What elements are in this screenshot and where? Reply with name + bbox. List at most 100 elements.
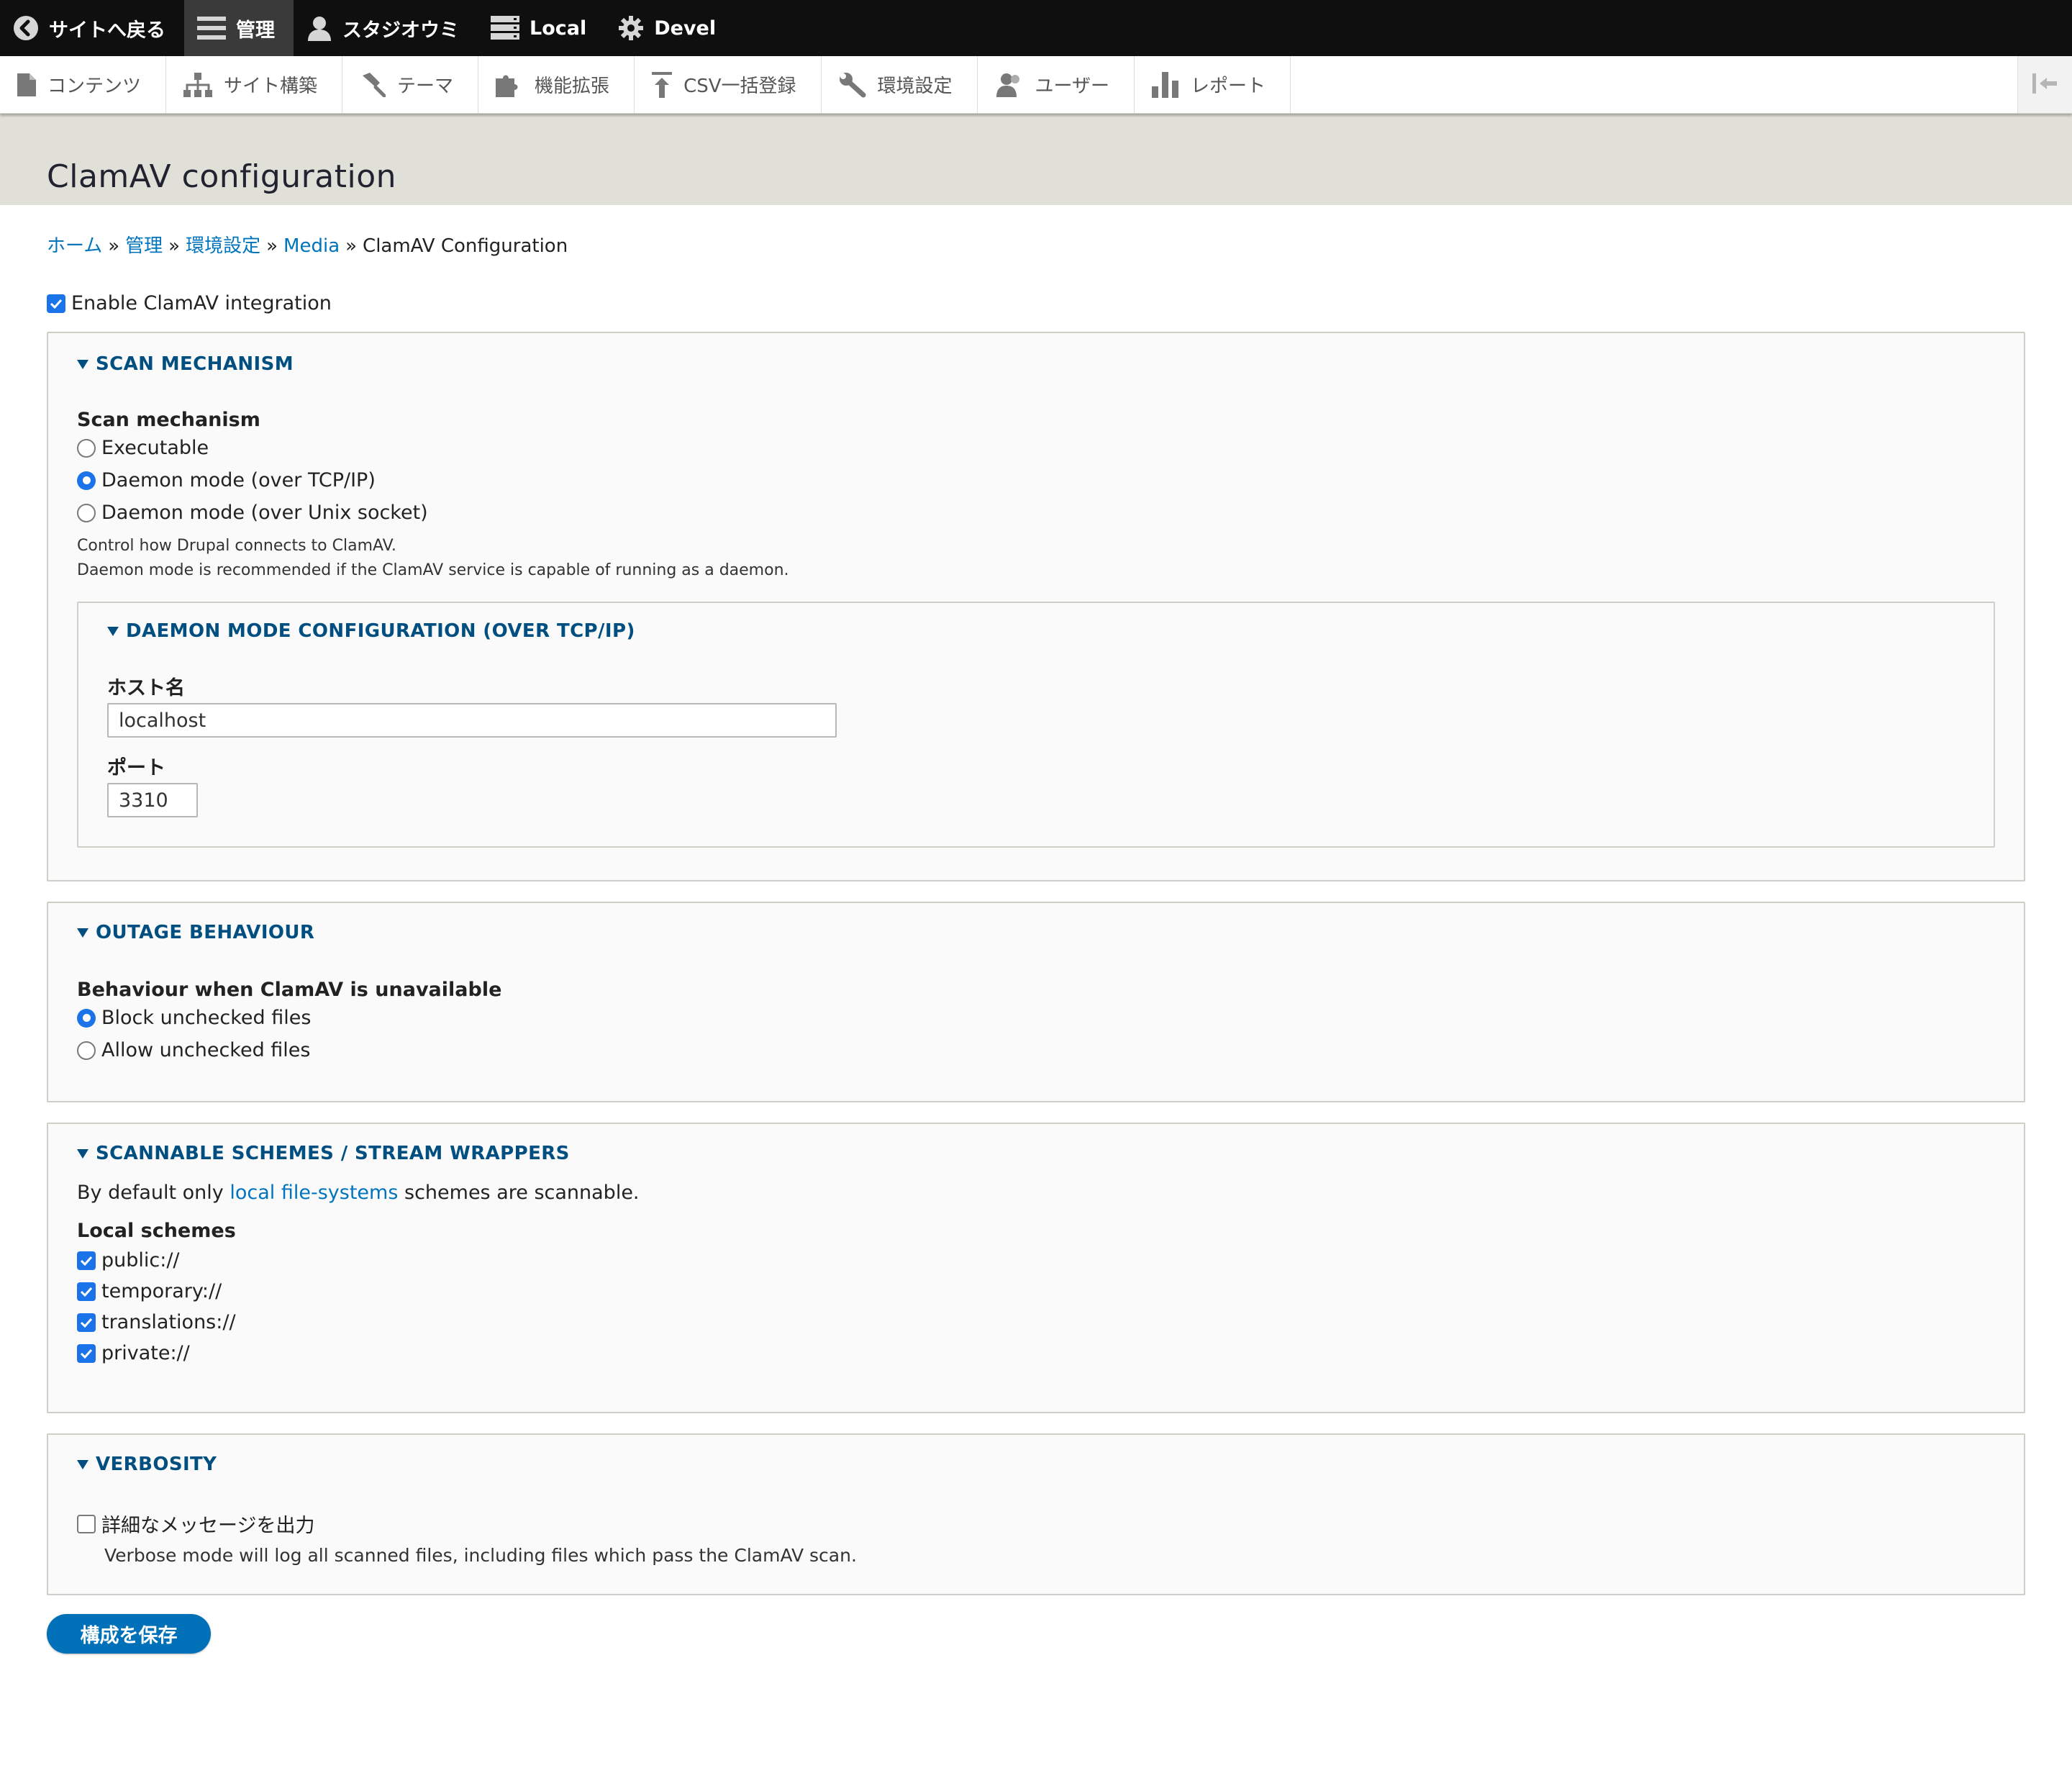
breadcrumb-config[interactable]: 環境設定	[186, 235, 260, 257]
tray-item-people[interactable]: ユーザー	[978, 56, 1135, 113]
schemes-intro: By default only local file-systems schem…	[77, 1182, 1995, 1204]
radio-daemon-unix[interactable]	[77, 503, 96, 522]
back-to-site-label: サイトへ戻る	[49, 19, 165, 42]
paintbrush-icon	[360, 72, 386, 97]
document-icon	[17, 73, 36, 96]
tray-item-structure[interactable]: サイト構築	[166, 56, 343, 113]
enable-clamav-label: Enable ClamAV integration	[71, 292, 332, 314]
user-icon	[306, 15, 332, 41]
main-content: ホーム» 管理» 環境設定» Media» ClamAV Configuration E…	[0, 231, 2072, 1654]
scan-mechanism-fieldset: SCAN MECHANISM Scan mechanism Executable…	[47, 332, 2025, 881]
hamburger-icon	[197, 15, 226, 41]
tray-item-reports[interactable]: レポート	[1135, 56, 1291, 113]
host-input-value: localhost	[119, 709, 206, 732]
outage-behaviour-legend-label: OUTAGE BEHAVIOUR	[96, 922, 315, 943]
daemon-config-fieldset: DAEMON MODE CONFIGURATION (OVER TCP/IP) …	[77, 602, 1995, 848]
radio-option-daemon-tcp: Daemon mode (over TCP/IP)	[77, 469, 1995, 491]
wrench-icon	[839, 72, 866, 98]
port-input[interactable]: 3310	[107, 783, 198, 817]
breadcrumb: ホーム» 管理» 環境設定» Media» ClamAV Configuration	[47, 231, 2025, 258]
collapse-triangle-icon	[77, 359, 88, 369]
upload-icon	[652, 71, 673, 98]
radio-block-unchecked[interactable]	[77, 1008, 96, 1028]
scheme-label: private://	[101, 1342, 190, 1364]
tray-item-extend[interactable]: 機能拡張	[478, 56, 635, 113]
devel-label: Devel	[654, 17, 717, 40]
tray-item-configuration[interactable]: 環境設定	[822, 56, 978, 113]
scannable-schemes-legend-label: SCANNABLE SCHEMES / STREAM WRAPPERS	[96, 1143, 570, 1164]
scheme-checkbox-temporary[interactable]	[77, 1282, 96, 1301]
sitemap-icon	[183, 72, 213, 97]
breadcrumb-separator: »	[168, 235, 181, 257]
breadcrumb-media[interactable]: Media	[283, 235, 340, 257]
collapse-arrow-icon	[2032, 73, 2058, 96]
tray-item-label: レポート	[1191, 76, 1266, 97]
manage-tab[interactable]: 管理	[184, 0, 294, 56]
scheme-label: public://	[101, 1249, 180, 1271]
tray-item-label: サイト構築	[224, 76, 318, 97]
radio-option-allow: Allow unchecked files	[77, 1039, 1995, 1061]
verbose-label: 詳細なメッセージを出力	[101, 1515, 315, 1537]
radio-option-block: Block unchecked files	[77, 1007, 1995, 1029]
user-tab[interactable]: スタジオウミ	[294, 0, 478, 56]
devel-tab[interactable]: Devel	[605, 0, 735, 56]
schemes-intro-text: By default only	[77, 1182, 230, 1204]
collapse-triangle-icon	[77, 1459, 88, 1469]
breadcrumb-admin[interactable]: 管理	[125, 235, 163, 257]
local-schemes-label: Local schemes	[77, 1220, 236, 1242]
outage-behaviour-fieldset: OUTAGE BEHAVIOUR Behaviour when ClamAV i…	[47, 902, 2025, 1102]
enable-clamav-checkbox[interactable]	[47, 294, 65, 313]
tray-item-appearance[interactable]: テーマ	[342, 56, 479, 113]
description-line: Daemon mode is recommended if the ClamAV…	[77, 561, 789, 579]
daemon-config-legend[interactable]: DAEMON MODE CONFIGURATION (OVER TCP/IP)	[107, 620, 1965, 642]
tray-item-label: テーマ	[397, 76, 454, 97]
verbosity-legend-label: VERBOSITY	[96, 1454, 217, 1475]
back-arrow-icon	[13, 15, 39, 41]
breadcrumb-separator: »	[108, 235, 120, 257]
scheme-row-private: private://	[77, 1342, 1995, 1364]
radio-label: Block unchecked files	[101, 1007, 312, 1029]
tray-orientation-toggle[interactable]	[2017, 56, 2072, 113]
description-line: Control how Drupal connects to ClamAV.	[77, 537, 396, 555]
breadcrumb-current: ClamAV Configuration	[363, 235, 568, 257]
save-configuration-button[interactable]: 構成を保存	[47, 1614, 211, 1654]
scheme-row-temporary: temporary://	[77, 1280, 1995, 1302]
verbosity-legend[interactable]: VERBOSITY	[77, 1454, 1995, 1475]
scheme-checkbox-translations[interactable]	[77, 1313, 96, 1332]
local-tab[interactable]: Local	[478, 0, 605, 56]
verbose-row: 詳細なメッセージを出力	[77, 1510, 1995, 1538]
back-to-site-link[interactable]: サイトへ戻る	[0, 0, 184, 56]
tray-item-csv-import[interactable]: CSV一括登録	[635, 56, 822, 113]
host-input[interactable]: localhost	[107, 703, 837, 738]
scheme-checkbox-public[interactable]	[77, 1251, 96, 1270]
enable-clamav-row: Enable ClamAV integration	[47, 292, 2025, 314]
tray-item-label: ユーザー	[1035, 76, 1110, 97]
collapse-triangle-icon	[77, 1148, 88, 1159]
local-file-systems-link[interactable]: local file-systems	[230, 1182, 398, 1204]
tray-spacer	[1291, 56, 2017, 113]
radio-allow-unchecked[interactable]	[77, 1041, 96, 1060]
gear-icon	[618, 15, 644, 41]
tray-item-content[interactable]: コンテンツ	[0, 56, 167, 113]
tray-item-label: コンテンツ	[47, 76, 142, 97]
scannable-schemes-legend[interactable]: SCANNABLE SCHEMES / STREAM WRAPPERS	[77, 1143, 1995, 1164]
collapse-triangle-icon	[77, 928, 88, 938]
scheme-row-translations: translations://	[77, 1311, 1995, 1333]
scannable-schemes-fieldset: SCANNABLE SCHEMES / STREAM WRAPPERS By d…	[47, 1123, 2025, 1413]
schemes-intro-text: schemes are scannable.	[398, 1182, 640, 1204]
user-label: スタジオウミ	[342, 19, 459, 42]
scan-mechanism-legend[interactable]: SCAN MECHANISM	[77, 353, 1995, 375]
radio-daemon-tcp[interactable]	[77, 471, 96, 490]
puzzle-icon	[496, 73, 523, 97]
local-label: Local	[530, 17, 587, 40]
outage-behaviour-legend[interactable]: OUTAGE BEHAVIOUR	[77, 922, 1995, 943]
verbose-checkbox[interactable]	[77, 1514, 96, 1533]
radio-executable[interactable]	[77, 438, 96, 458]
breadcrumb-separator: »	[266, 235, 278, 257]
breadcrumb-home[interactable]: ホーム	[47, 235, 102, 257]
scheme-checkbox-private[interactable]	[77, 1343, 96, 1363]
tray-item-label: 環境設定	[877, 76, 953, 97]
verbosity-fieldset: VERBOSITY 詳細なメッセージを出力 Verbose mode will …	[47, 1433, 2025, 1595]
admin-menu-tray: コンテンツ サイト構築 テーマ 機能拡張 CSV一括登録 環境設定 ユーザー レ…	[0, 56, 2072, 114]
host-label: ホスト名	[107, 677, 185, 699]
